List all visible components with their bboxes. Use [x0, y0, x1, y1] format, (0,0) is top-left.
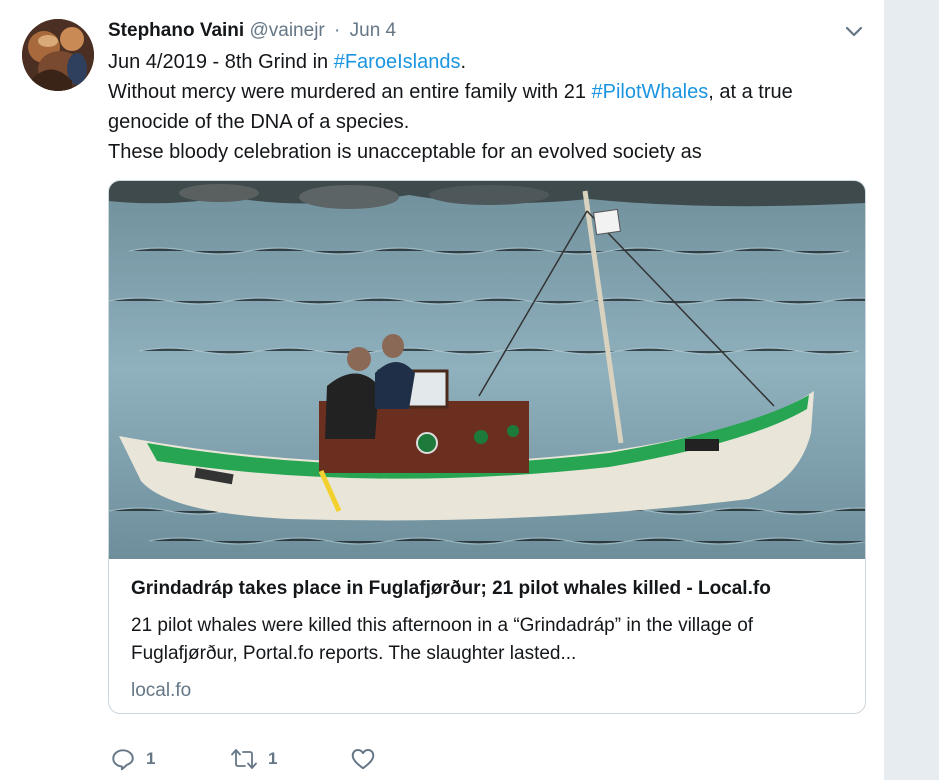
boat-photo-icon[interactable]	[109, 181, 865, 559]
tweet-date[interactable]: Jun 4	[350, 20, 396, 41]
right-rail	[884, 0, 939, 780]
card-title[interactable]: Grindadráp takes place in Fuglafjørður; …	[131, 576, 851, 602]
reply-button[interactable]: 1	[110, 746, 230, 772]
display-name[interactable]: Stephano Vaini	[108, 20, 244, 41]
card-description-line: Fuglafjørður, Portal.fo reports. The sla…	[131, 643, 577, 664]
tweet-text-line: genocide of the DNA of a species.	[108, 111, 410, 133]
tweet-text-line: Jun 4/2019 - 8th Grind in #FaroeIslands.	[108, 47, 868, 77]
like-button[interactable]	[350, 746, 376, 772]
text-segment: Jun 4/2019 - 8th Grind in	[108, 51, 334, 73]
link-card[interactable]: Grindadráp takes place in Fuglafjørður; …	[108, 180, 866, 714]
retweet-icon	[231, 749, 257, 769]
profile-photo-icon	[22, 19, 94, 91]
card-description: 21 pilot whales were killed this afterno…	[131, 612, 851, 668]
user-handle[interactable]: @vainejr	[249, 20, 324, 41]
hashtag-link[interactable]: #PilotWhales	[592, 81, 709, 103]
chevron-down-icon	[845, 26, 863, 37]
hashtag-link[interactable]: #FaroeIslands	[334, 51, 461, 73]
tweet-actions: 1 1	[110, 744, 376, 774]
retweet-button[interactable]: 1	[230, 746, 350, 772]
more-options-button[interactable]	[842, 20, 866, 44]
header-separator: ·	[334, 20, 341, 41]
card-domain: local.fo	[131, 680, 192, 701]
tweet-text-line: Without mercy were murdered an entire fa…	[108, 77, 868, 107]
tweet-text: Jun 4/2019 - 8th Grind in #FaroeIslands.…	[108, 47, 868, 167]
reply-count: 1	[146, 749, 156, 768]
card-description-line: 21 pilot whales were killed this afterno…	[131, 615, 754, 636]
text-segment: .	[460, 51, 467, 73]
text-segment: , at a true	[708, 81, 793, 103]
tweet-header: Stephano Vaini @vainejr · Jun 4	[108, 18, 396, 44]
tweet-text-line: These bloody celebration is unacceptable…	[108, 141, 702, 163]
reply-icon	[112, 749, 134, 771]
card-body: Grindadráp takes place in Fuglafjørður; …	[131, 576, 851, 704]
text-segment: Without mercy were murdered an entire fa…	[108, 81, 592, 103]
retweet-count: 1	[268, 749, 278, 768]
tweet[interactable]: Stephano Vaini @vainejr · Jun 4 Jun 4/20…	[0, 0, 884, 780]
avatar[interactable]	[22, 19, 94, 91]
heart-icon	[351, 749, 375, 770]
